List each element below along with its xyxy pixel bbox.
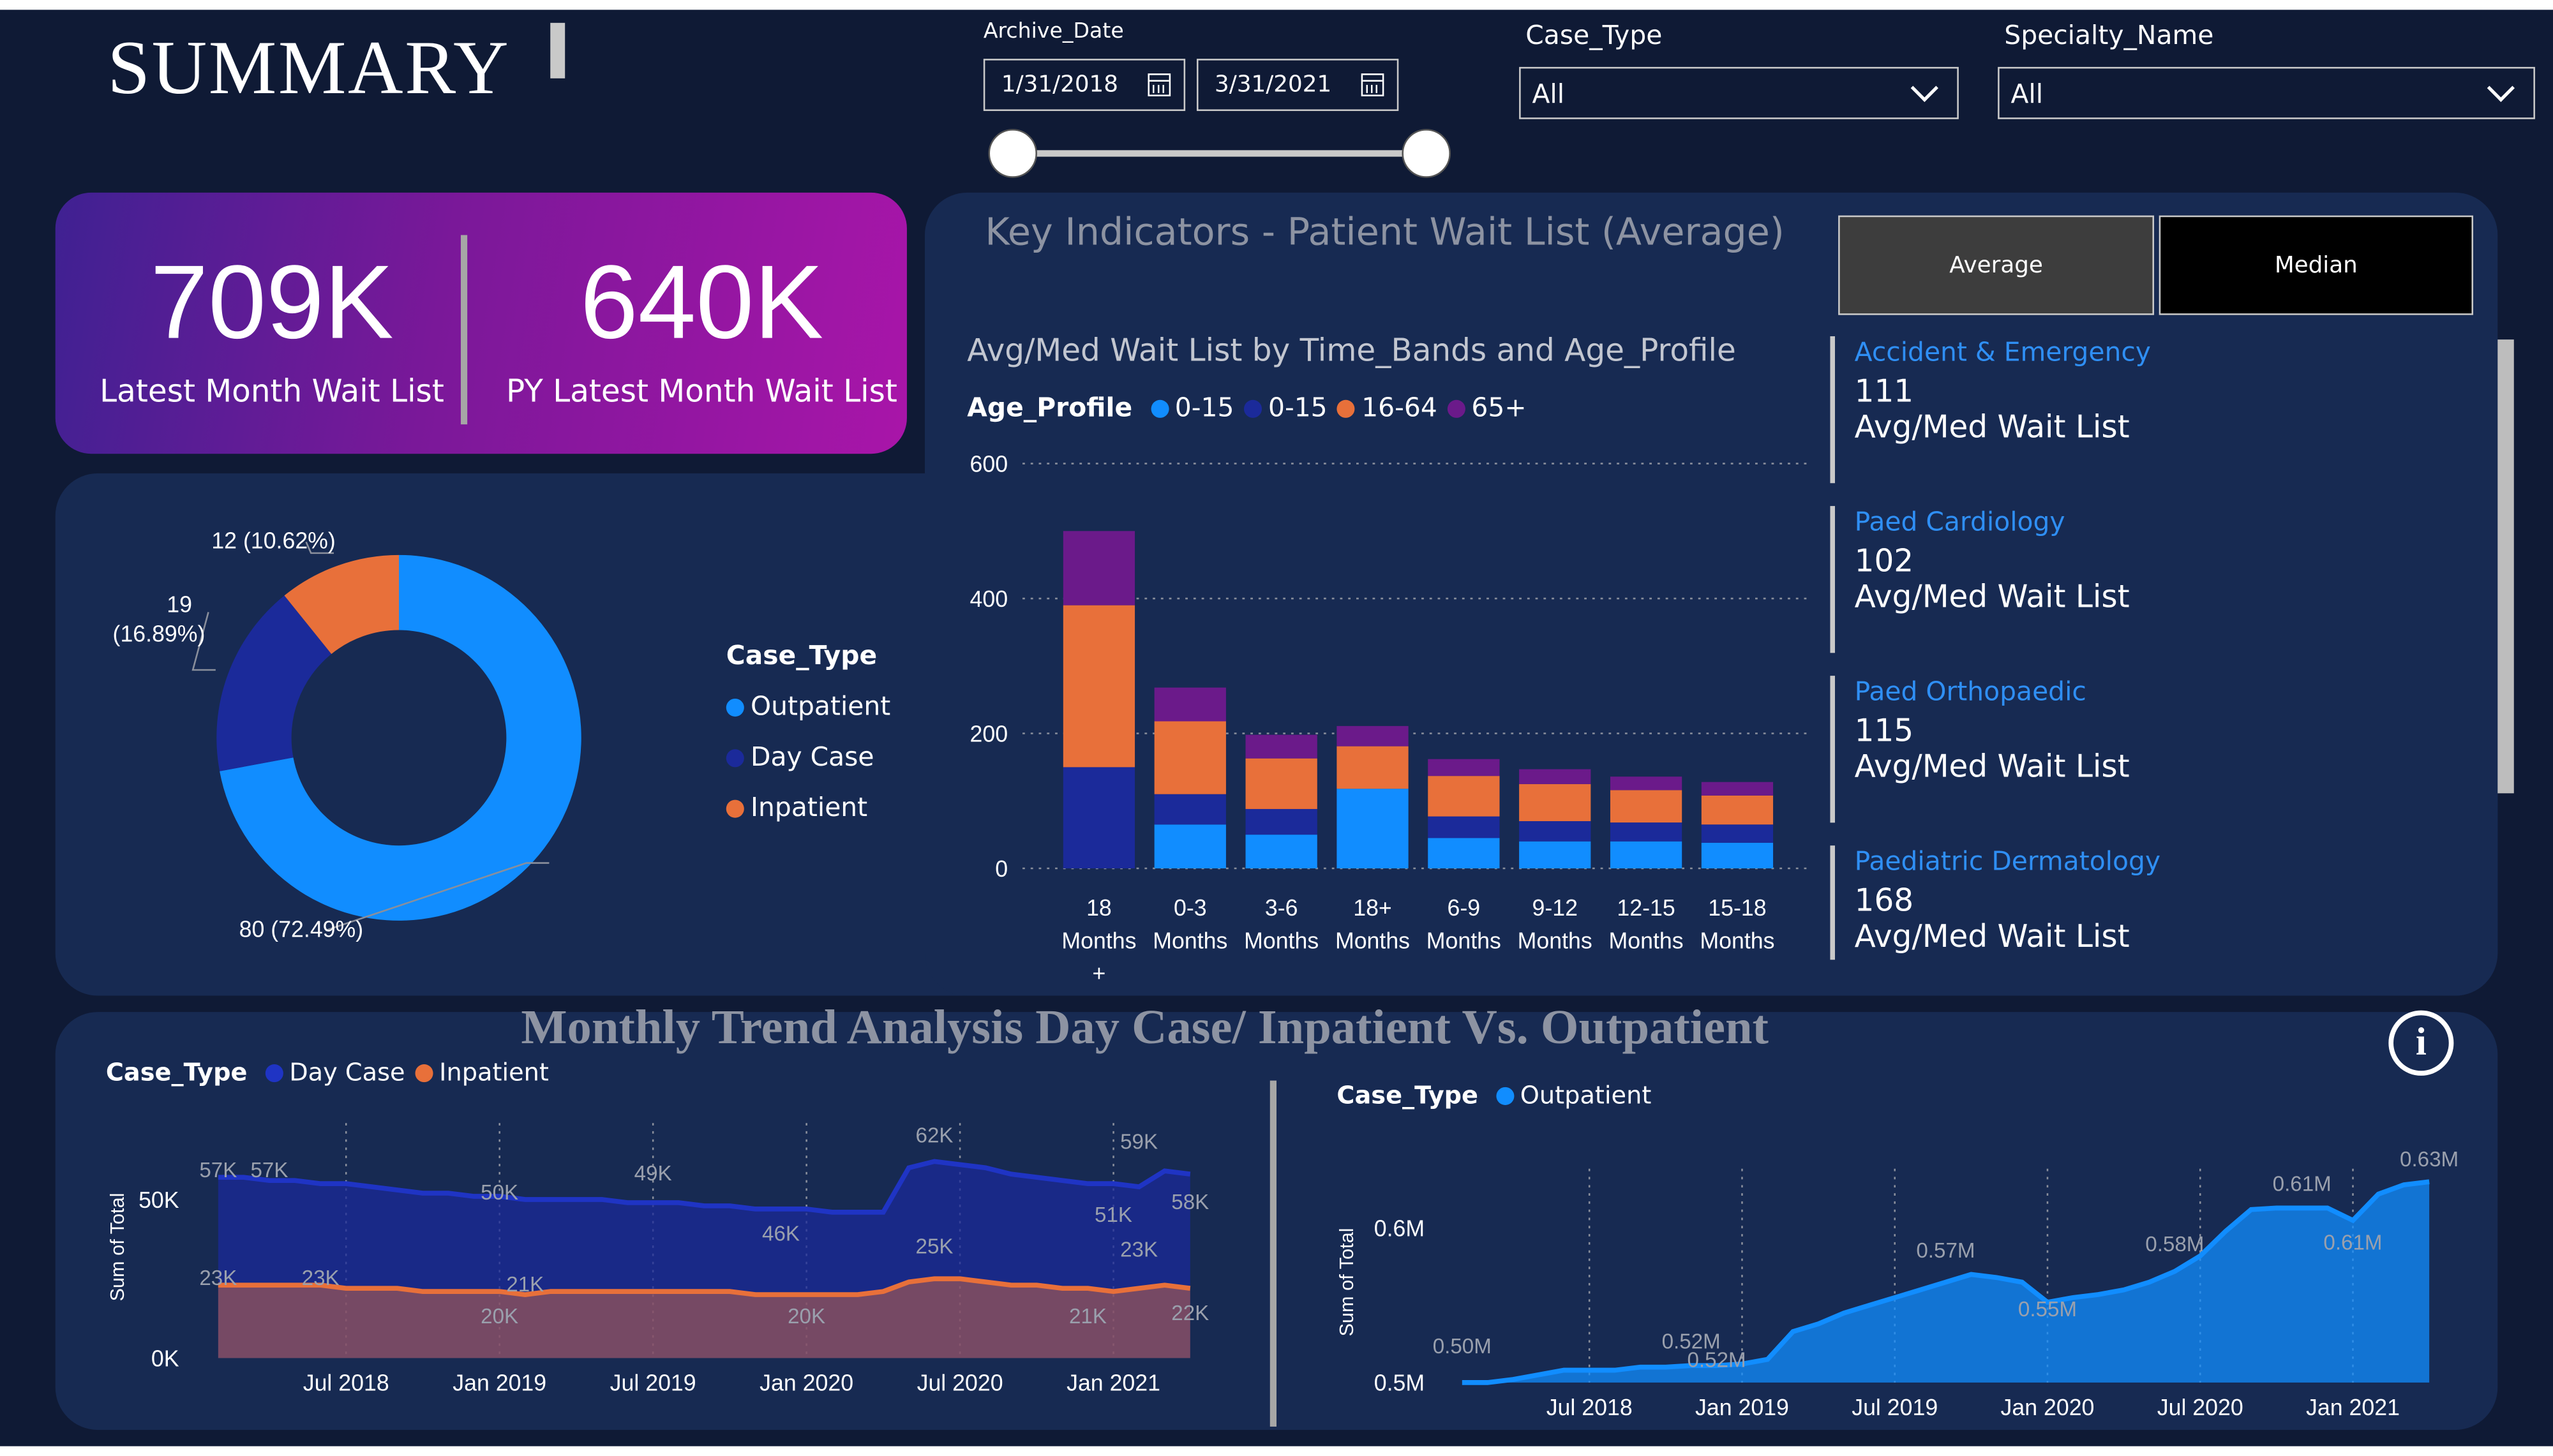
area-data-label: 0.50M	[1433, 1335, 1492, 1358]
area-data-label: 46K	[762, 1222, 800, 1246]
area-data-label: 49K	[634, 1162, 672, 1185]
area-data-label: 0.57M	[1916, 1239, 1975, 1263]
area-data-label: 62K	[916, 1124, 954, 1147]
area-x-tick: Jan 2019	[1695, 1395, 1789, 1420]
area-x-tick: Jul 2019	[610, 1371, 696, 1396]
area-y-axis-label: Sum of Total	[107, 1193, 128, 1302]
area-data-label: 57K	[199, 1159, 237, 1182]
outpatient-area-chart: Jul 2018 Jan 2019 Jul 2019 Jan 2020 Jul 2020…	[1336, 1148, 2459, 1420]
trend-section-svg: Jul 2018 Jan 2019 Jul 2019 Jan 2020 Jul 2020…	[107, 1123, 2459, 1420]
area-x-tick: Jan 2019	[453, 1371, 546, 1396]
area-data-label: 25K	[916, 1235, 954, 1258]
area-data-label: 0.61M	[2323, 1231, 2382, 1255]
area-data-label: 21K	[1069, 1305, 1107, 1328]
area-data-label: 50K	[481, 1181, 518, 1205]
area-y-tick: 0K	[151, 1346, 179, 1371]
area-data-label: 0.63M	[2400, 1148, 2459, 1171]
area-x-tick: Jul 2019	[1852, 1395, 1938, 1420]
area-y-axis-label: Sum of Total	[1336, 1228, 1358, 1337]
report-viewport: SUMMARY Archive_Date 1/31/2018 3/31/2021…	[0, 0, 2553, 1456]
area-data-label: 51K	[1095, 1203, 1132, 1227]
area-y-tick: 50K	[139, 1187, 179, 1213]
area-data-label: 20K	[481, 1305, 518, 1328]
area-data-label: 23K	[199, 1267, 237, 1290]
area-x-tick: Jan 2020	[2001, 1395, 2095, 1420]
area-data-label: 22K	[1171, 1302, 1209, 1325]
area-data-label: 0.61M	[2273, 1173, 2332, 1196]
area-data-label: 57K	[250, 1159, 288, 1182]
area-x-tick: Jan 2020	[760, 1371, 853, 1396]
area-x-tick: Jan 2021	[2306, 1395, 2400, 1420]
area-data-label: 21K	[506, 1273, 544, 1296]
area-data-label: 0.55M	[2018, 1298, 2077, 1321]
dashboard-canvas: SUMMARY Archive_Date 1/31/2018 3/31/2021…	[0, 10, 2553, 1446]
area-y-tick: 0.5M	[1374, 1371, 1425, 1396]
day-inpatient-area-chart: Jul 2018 Jan 2019 Jul 2019 Jan 2020 Jul 2020…	[107, 1123, 1209, 1396]
area-data-label: 20K	[788, 1305, 825, 1328]
area-data-label: 23K	[1120, 1238, 1158, 1261]
area-data-label: 58K	[1171, 1191, 1209, 1214]
area-x-tick: Jan 2021	[1067, 1371, 1160, 1396]
area-x-tick: Jul 2020	[917, 1371, 1003, 1396]
area-data-label: 23K	[302, 1267, 340, 1290]
area-data-label: 0.52M	[1687, 1349, 1746, 1372]
area-x-tick: Jul 2018	[303, 1371, 389, 1396]
area-x-tick: Jul 2018	[1546, 1395, 1633, 1420]
area-data-label: 59K	[1120, 1130, 1158, 1154]
area-y-tick: 0.6M	[1374, 1216, 1425, 1242]
area-x-tick: Jul 2020	[2157, 1395, 2243, 1420]
area-data-label: 0.58M	[2145, 1233, 2204, 1256]
